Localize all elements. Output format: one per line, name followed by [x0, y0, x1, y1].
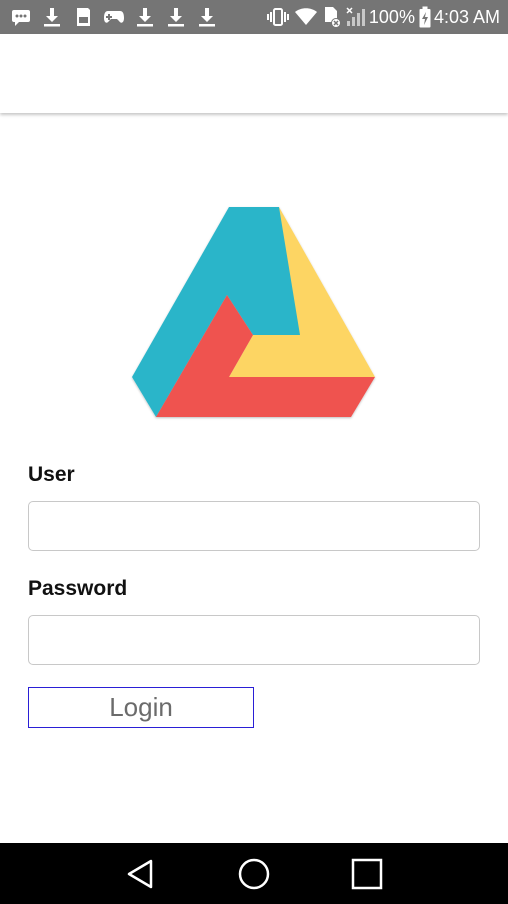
- login-button[interactable]: Login: [28, 687, 254, 728]
- download-icon: [134, 6, 156, 28]
- navigation-bar: [0, 843, 508, 904]
- gamepad-icon: [103, 6, 125, 28]
- notification-icons: [10, 0, 227, 34]
- app-bar: [0, 34, 508, 113]
- home-button[interactable]: [234, 854, 274, 894]
- vibrate-icon: [266, 6, 290, 28]
- sim-no-signal-icon: [322, 6, 342, 28]
- password-input[interactable]: [28, 615, 480, 665]
- user-input[interactable]: [28, 501, 480, 551]
- download-icon: [41, 6, 63, 28]
- back-icon: [128, 859, 153, 888]
- battery-percent: 100%: [368, 6, 415, 27]
- download-icon: [196, 6, 218, 28]
- recents-icon: [351, 858, 382, 889]
- home-icon: [238, 858, 270, 889]
- sd-card-icon: [72, 6, 94, 28]
- system-status: 100% 4:03 AM: [262, 0, 500, 34]
- status-bar: 100% 4:03 AM: [0, 0, 508, 34]
- battery-icon: [419, 6, 431, 28]
- password-label: Password: [28, 577, 128, 600]
- back-button[interactable]: [121, 854, 161, 894]
- app-logo: [129, 205, 377, 421]
- clock: 4:03 AM: [433, 6, 500, 27]
- message-icon: [10, 6, 32, 28]
- signal-icon: [346, 6, 366, 28]
- user-label: User: [28, 463, 75, 486]
- penrose-triangle-logo-icon: [132, 207, 375, 417]
- wifi-icon: [294, 6, 318, 28]
- recents-button[interactable]: [347, 854, 387, 894]
- download-icon: [165, 6, 187, 28]
